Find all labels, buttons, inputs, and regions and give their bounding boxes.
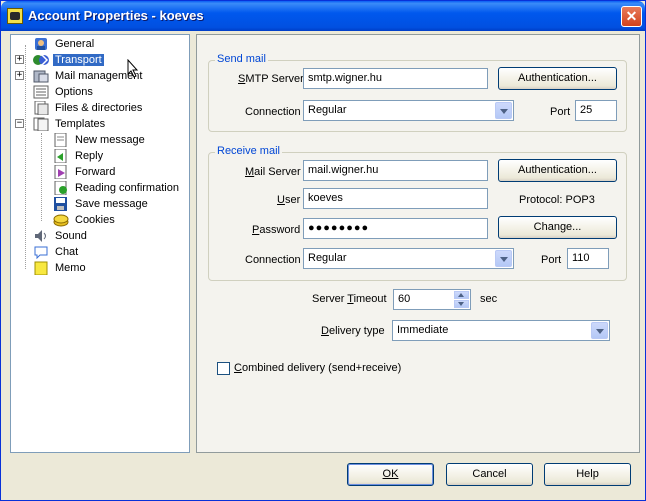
close-icon: ✕ (625, 8, 638, 24)
cookies-icon (53, 213, 69, 227)
receive-port-label: Port (541, 254, 562, 266)
tree-item-files-directories[interactable]: Files & directories (33, 100, 144, 116)
spin-down-icon[interactable] (454, 300, 469, 308)
collapse-icon[interactable]: − (15, 119, 24, 128)
reply-icon (53, 148, 69, 164)
password-input[interactable]: ●●●●●●●● (303, 218, 488, 239)
memo-icon (33, 261, 49, 276)
server-timeout-stepper[interactable]: 60 (393, 289, 471, 310)
general-icon (33, 37, 49, 51)
chat-icon (33, 245, 49, 260)
tree-item-forward[interactable]: Forward (53, 164, 117, 180)
protocol-label: Protocol: POP3 (519, 194, 595, 206)
tree-item-sound[interactable]: Sound (33, 228, 89, 244)
tree-item-cookies[interactable]: Cookies (53, 212, 117, 228)
options-icon (33, 85, 49, 99)
server-timeout-label: Server Timeout (312, 293, 387, 305)
window-title: Account Properties - koeves (28, 8, 204, 23)
mail-server-label: Mail Server (245, 166, 301, 178)
tree-item-reading-confirmation[interactable]: Reading confirmation (53, 180, 181, 196)
receive-authentication-button[interactable]: Authentication... (498, 159, 617, 182)
receive-connection-label: Connection (245, 254, 301, 266)
mouse-cursor-icon (127, 59, 139, 78)
smtp-server-input[interactable]: smtp.wigner.hu (303, 68, 488, 89)
sound-icon (33, 229, 49, 243)
user-label: User (277, 194, 301, 206)
tree-line (25, 129, 26, 269)
expand-icon[interactable]: + (15, 71, 24, 80)
send-authentication-button[interactable]: Authentication... (498, 67, 617, 90)
tree-item-new-message[interactable]: New message (53, 132, 147, 148)
tree-item-mail-management[interactable]: + Mail management (15, 68, 144, 84)
combined-delivery-label: Combined delivery (send+receive) (234, 362, 402, 374)
delivery-type-label: Delivery type (321, 325, 385, 337)
password-label: Password (252, 224, 301, 236)
timeout-unit: sec (480, 293, 498, 305)
ok-button[interactable]: OK (347, 463, 434, 486)
send-port-input[interactable]: 25 (575, 100, 617, 121)
delivery-type-select[interactable]: Immediate (392, 320, 610, 341)
send-connection-select[interactable]: Regular (303, 100, 514, 121)
mail-server-input[interactable]: mail.wigner.hu (303, 160, 488, 181)
send-mail-title: Send mail (215, 53, 268, 65)
mail-management-icon (33, 69, 49, 83)
tree-item-options[interactable]: Options (33, 84, 95, 100)
tree-item-templates[interactable]: − Templates (15, 116, 107, 132)
tree-line (41, 133, 42, 221)
transport-icon (33, 53, 49, 67)
forward-icon (53, 164, 69, 180)
chevron-down-icon[interactable] (591, 322, 608, 339)
spin-up-icon[interactable] (454, 291, 469, 299)
tree-item-save-message[interactable]: Save message (53, 196, 150, 212)
receive-connection-select[interactable]: Regular (303, 248, 514, 269)
reading-confirmation-icon (53, 180, 69, 196)
tree-item-reply[interactable]: Reply (53, 148, 105, 164)
settings-tree: General + Transport + Mail management Op… (10, 34, 190, 453)
change-password-button[interactable]: Change... (498, 216, 617, 239)
transport-settings-panel: Send mail SMTP Server smtp.wigner.hu Aut… (196, 34, 640, 453)
combined-delivery-checkbox[interactable] (217, 362, 230, 375)
receive-mail-title: Receive mail (215, 145, 282, 157)
files-icon (33, 100, 49, 116)
chevron-down-icon[interactable] (495, 102, 512, 119)
cancel-button[interactable]: Cancel (446, 463, 533, 486)
chevron-down-icon[interactable] (495, 250, 512, 267)
title-bar[interactable]: Account Properties - koeves ✕ (1, 1, 645, 31)
app-icon (7, 8, 23, 24)
save-message-icon (53, 197, 69, 212)
send-port-label: Port (550, 106, 571, 118)
new-message-icon (53, 132, 69, 148)
close-button[interactable]: ✕ (621, 6, 642, 27)
receive-port-input[interactable]: 110 (567, 248, 609, 269)
help-button[interactable]: Help (544, 463, 631, 486)
account-properties-window: Account Properties - koeves ✕ General + … (0, 0, 646, 501)
user-input[interactable]: koeves (303, 188, 488, 209)
tree-item-chat[interactable]: Chat (33, 244, 80, 260)
templates-icon (33, 117, 49, 132)
smtp-server-label: SMTP Server (238, 73, 304, 85)
tree-item-general[interactable]: General (33, 36, 96, 52)
tree-item-memo[interactable]: Memo (33, 260, 88, 276)
expand-icon[interactable]: + (15, 55, 24, 64)
tree-item-transport[interactable]: + Transport (15, 52, 104, 68)
send-connection-label: Connection (245, 106, 301, 118)
